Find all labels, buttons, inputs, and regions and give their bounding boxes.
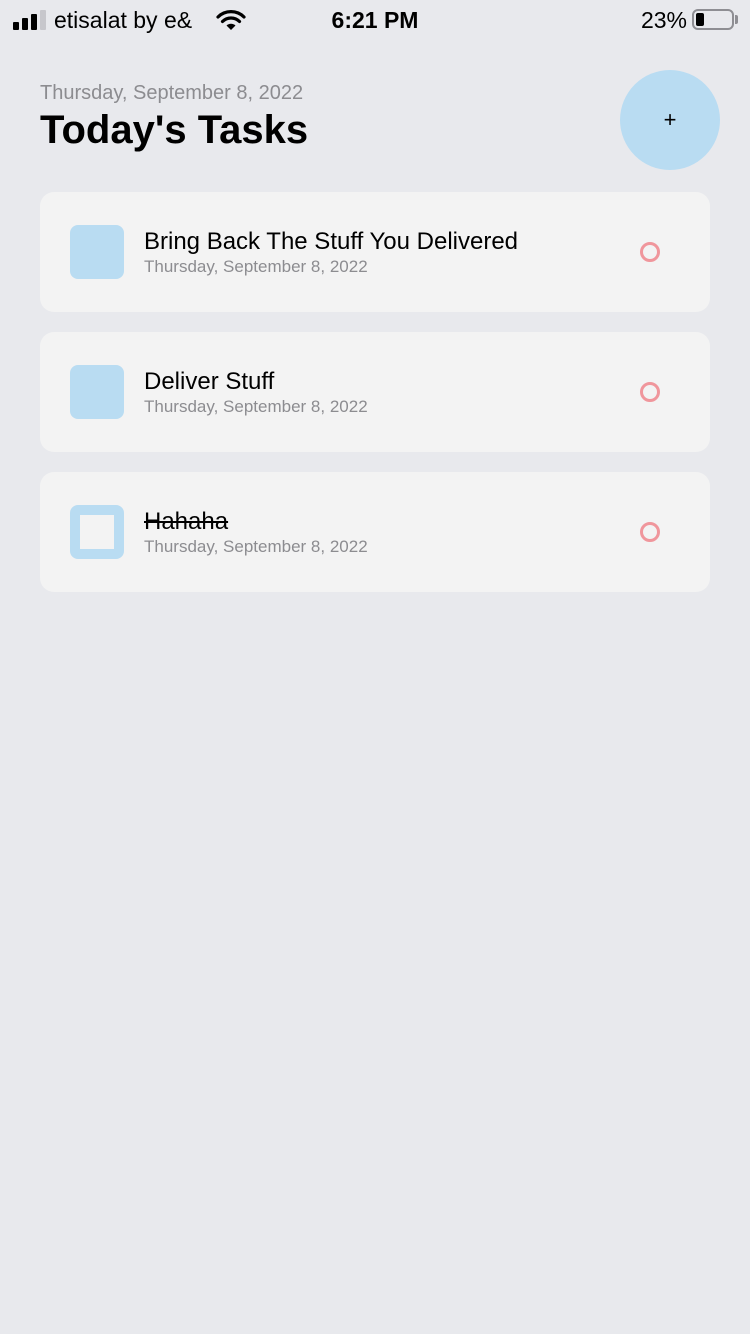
task-checkbox[interactable] <box>70 225 124 279</box>
task-status-indicator-icon <box>640 242 660 262</box>
header-date: Thursday, September 8, 2022 <box>40 82 304 104</box>
task-status-indicator-icon <box>640 522 660 542</box>
plus-icon: + <box>663 107 677 132</box>
task-card[interactable]: Bring Back The Stuff You Delivered Thurs… <box>40 192 710 312</box>
battery-level-fill <box>696 13 704 26</box>
task-date: Thursday, September 8, 2022 <box>144 397 368 416</box>
task-date: Thursday, September 8, 2022 <box>144 257 368 276</box>
task-title: Bring Back The Stuff You Delivered <box>144 228 519 255</box>
battery-icon <box>692 9 734 30</box>
task-date: Thursday, September 8, 2022 <box>144 537 368 556</box>
battery-percent: 23% <box>640 7 687 33</box>
battery-tip <box>735 15 738 24</box>
task-status-indicator-icon <box>640 382 660 402</box>
task-title: Deliver Stuff <box>144 368 275 395</box>
task-card[interactable]: Hahaha Thursday, September 8, 2022 <box>40 472 710 592</box>
add-task-button[interactable]: + <box>620 70 720 170</box>
task-checkbox[interactable] <box>70 365 124 419</box>
task-title: Hahaha <box>144 508 229 535</box>
task-card[interactable]: Deliver Stuff Thursday, September 8, 202… <box>40 332 710 452</box>
task-list: Bring Back The Stuff You Delivered Thurs… <box>40 192 710 612</box>
status-time: 6:21 PM <box>331 7 419 33</box>
page-title: Today's Tasks <box>40 108 309 152</box>
task-checkbox-checked[interactable] <box>70 505 124 559</box>
status-bar: etisalat by e& 6:21 PM 23% <box>0 0 750 40</box>
